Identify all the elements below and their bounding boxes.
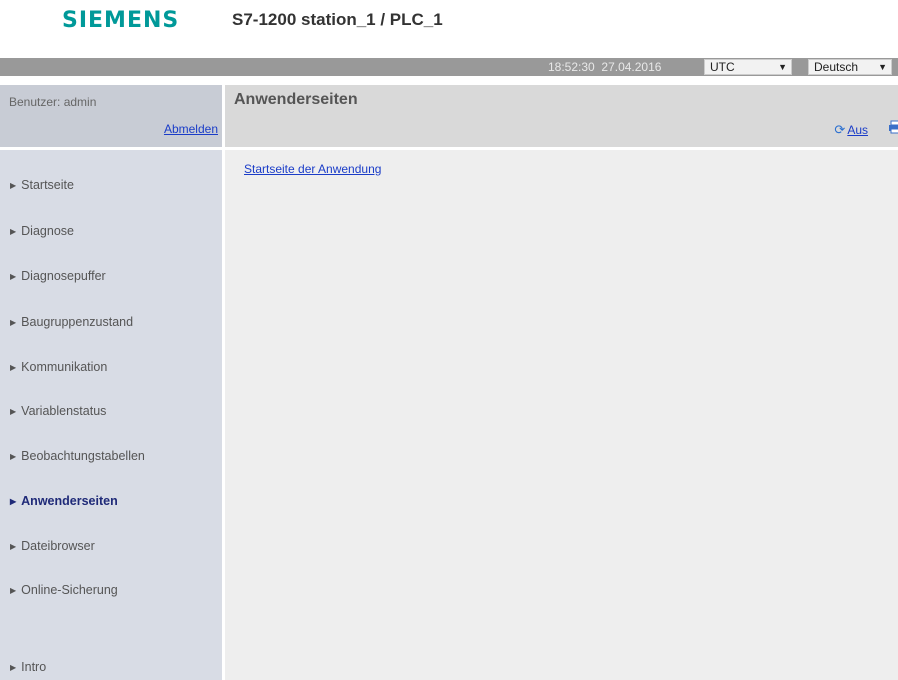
sidebar-item-label: Diagnose [21,224,74,238]
user-panel: Benutzer: admin Abmelden [0,85,222,147]
sidebar-item-label: Intro [21,660,47,674]
date-time: 18:52:30 27.04.2016 [548,60,661,74]
sidebar-item-diagnose[interactable]: ▶ Diagnose [10,224,74,238]
refresh-toggle-link[interactable]: Aus [847,123,868,137]
sidebar-item-label: Diagnosepuffer [21,269,106,283]
sidebar-item-label: Anwenderseiten [21,494,118,508]
triangle-right-icon: ▶ [10,181,17,190]
dropdown-arrow-icon: ▼ [778,62,787,72]
sidebar-item-diagnosepuffer[interactable]: ▶ Diagnosepuffer [10,269,106,283]
content-tools: ⟳ Aus [834,120,898,138]
sidebar-nav: ▶ Startseite ▶ Diagnose ▶ Diagnosepuffer ▶ B… [0,150,222,680]
refresh-icon[interactable]: ⟳ [834,122,845,137]
language-select[interactable]: Deutsch ▼ [808,59,892,75]
triangle-right-icon: ▶ [10,318,17,327]
print-icon[interactable] [888,120,898,137]
content-header: Anwenderseiten ⟳ Aus [225,85,898,147]
sidebar-item-dateibrowser[interactable]: ▶ Dateibrowser [10,539,95,553]
siemens-logo: SIEMENS [62,8,180,33]
triangle-right-icon: ▶ [10,542,17,551]
sidebar-item-label: Baugruppenzustand [21,315,134,329]
dropdown-arrow-icon: ▼ [878,62,887,72]
timezone-value: UTC [710,60,735,74]
sidebar-item-beobachtungstabellen[interactable]: ▶ Beobachtungstabellen [10,449,145,463]
time-value: 18:52:30 [548,60,595,74]
timezone-select[interactable]: UTC ▼ [704,59,792,75]
sidebar-item-anwenderseiten[interactable]: ▶ Anwenderseiten [10,494,118,508]
sidebar-item-label: Startseite [21,178,74,192]
top-bar: 18:52:30 27.04.2016 UTC ▼ Deutsch ▼ [0,58,898,76]
sidebar-item-label: Kommunikation [21,360,108,374]
page-title: Anwenderseiten [234,91,358,108]
sidebar-item-startseite[interactable]: ▶ Startseite [10,178,74,192]
triangle-right-icon: ▶ [10,407,17,416]
triangle-right-icon: ▶ [10,272,17,281]
triangle-right-icon: ▶ [10,497,17,506]
sidebar-item-label: Online-Sicherung [21,583,118,597]
sidebar-item-intro[interactable]: ▶ Intro [10,660,46,674]
user-label: Benutzer: admin [9,95,97,109]
sidebar-item-label: Dateibrowser [21,539,95,553]
app-start-link[interactable]: Startseite der Anwendung [244,162,381,176]
language-value: Deutsch [814,60,859,74]
sidebar-item-kommunikation[interactable]: ▶ Kommunikation [10,360,107,374]
content-body: Startseite der Anwendung [225,150,898,680]
triangle-right-icon: ▶ [10,663,17,672]
date-value: 27.04.2016 [601,60,662,74]
triangle-right-icon: ▶ [10,363,17,372]
sidebar-item-online-sicherung[interactable]: ▶ Online-Sicherung [10,583,118,597]
logout-link[interactable]: Abmelden [164,122,218,136]
triangle-right-icon: ▶ [10,586,17,595]
sidebar-item-label: Variablenstatus [21,404,107,418]
sidebar-item-baugruppenzustand[interactable]: ▶ Baugruppenzustand [10,315,133,329]
triangle-right-icon: ▶ [10,227,17,236]
sidebar-item-label: Beobachtungstabellen [21,449,145,463]
triangle-right-icon: ▶ [10,452,17,461]
sidebar-item-variablenstatus[interactable]: ▶ Variablenstatus [10,404,106,418]
station-title: S7-1200 station_1 / PLC_1 [232,10,443,29]
